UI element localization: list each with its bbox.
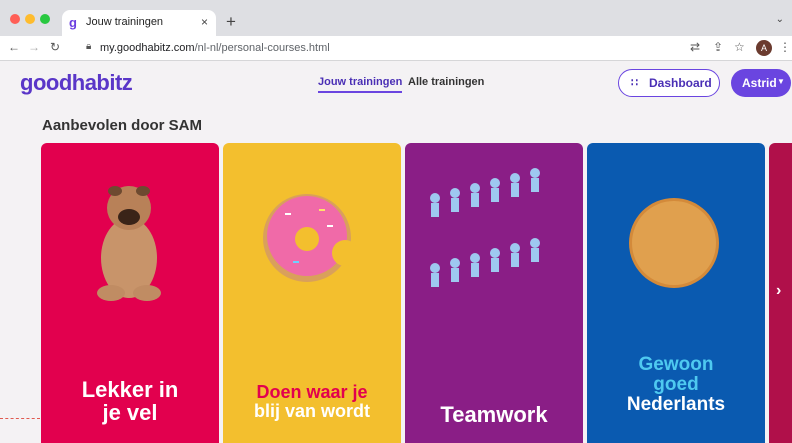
page-content: goodhabitz Jouw trainingen Alle training… [0,61,792,443]
nav-alle-trainingen[interactable]: Alle trainingen [408,76,484,88]
course-card-gewoon-goed-nederlants[interactable]: Gewoon goed Nederlants [587,143,765,443]
user-menu-button[interactable]: Astrid ▼ [731,69,791,97]
grid-icon: ∷ [631,77,638,89]
user-label: Astrid [742,76,777,90]
dashboard-label: Dashboard [649,76,712,90]
browser-tab-strip: g Jouw trainingen × + ⌄ [0,0,792,36]
dashboard-button[interactable]: ∷ Dashboard [618,69,720,97]
window-minimize-button[interactable] [25,14,35,24]
share-icon[interactable]: ⇪ [713,40,723,54]
address-bar[interactable]: 🔒︎ my.goodhabitz.com/nl-nl/personal-cour… [80,39,660,57]
url-text: my.goodhabitz.com/nl-nl/personal-courses… [100,42,330,54]
goodhabitz-favicon-icon: g [69,15,77,30]
guide-line [0,418,40,419]
back-icon[interactable]: ← [8,40,20,54]
window-close-button[interactable] [10,14,20,24]
translate-icon[interactable]: ⇄ [690,40,700,54]
card-title: Doen waar je blij van wordt [253,382,370,421]
chevron-right-icon[interactable]: › [776,282,781,300]
caret-down-icon: ▼ [777,77,785,86]
browser-toolbar: ← → ↻ 🔒︎ my.goodhabitz.com/nl-nl/persona… [0,36,792,61]
forward-icon[interactable]: → [28,40,40,54]
card-title: Teamwork [440,402,548,427]
tab-search-chevron-icon[interactable]: ⌄ [776,14,784,25]
reload-icon[interactable]: ↻ [50,40,60,54]
profile-avatar[interactable]: A [756,40,772,56]
section-title: Aanbevolen door SAM [42,117,203,134]
goodhabitz-logo[interactable]: goodhabitz [20,70,133,96]
browser-tab[interactable]: g Jouw trainingen × [62,10,216,36]
kebab-menu-icon[interactable]: ⋮ [779,40,791,54]
course-card-lekker-in-je-vel[interactable]: Lekker in je vel [41,143,219,443]
card-title: Lekker in je vel [81,377,179,426]
card-title: Gewoon goed Nederlants [626,354,726,415]
tab-title: Jouw trainingen [86,16,164,28]
nav-jouw-trainingen[interactable]: Jouw trainingen [318,76,403,93]
paper-people-image [430,168,540,287]
window-maximize-button[interactable] [40,14,50,24]
course-card-teamwork[interactable]: Teamwork [405,143,583,443]
new-tab-button[interactable]: + [226,12,236,32]
lock-icon: 🔒︎ [86,41,92,52]
tab-close-icon[interactable]: × [201,15,208,29]
course-card-doen-waar-je-blij-van-wordt[interactable]: Doen waar je blij van wordt [223,143,401,443]
bookmark-star-icon[interactable]: ☆ [734,40,745,54]
